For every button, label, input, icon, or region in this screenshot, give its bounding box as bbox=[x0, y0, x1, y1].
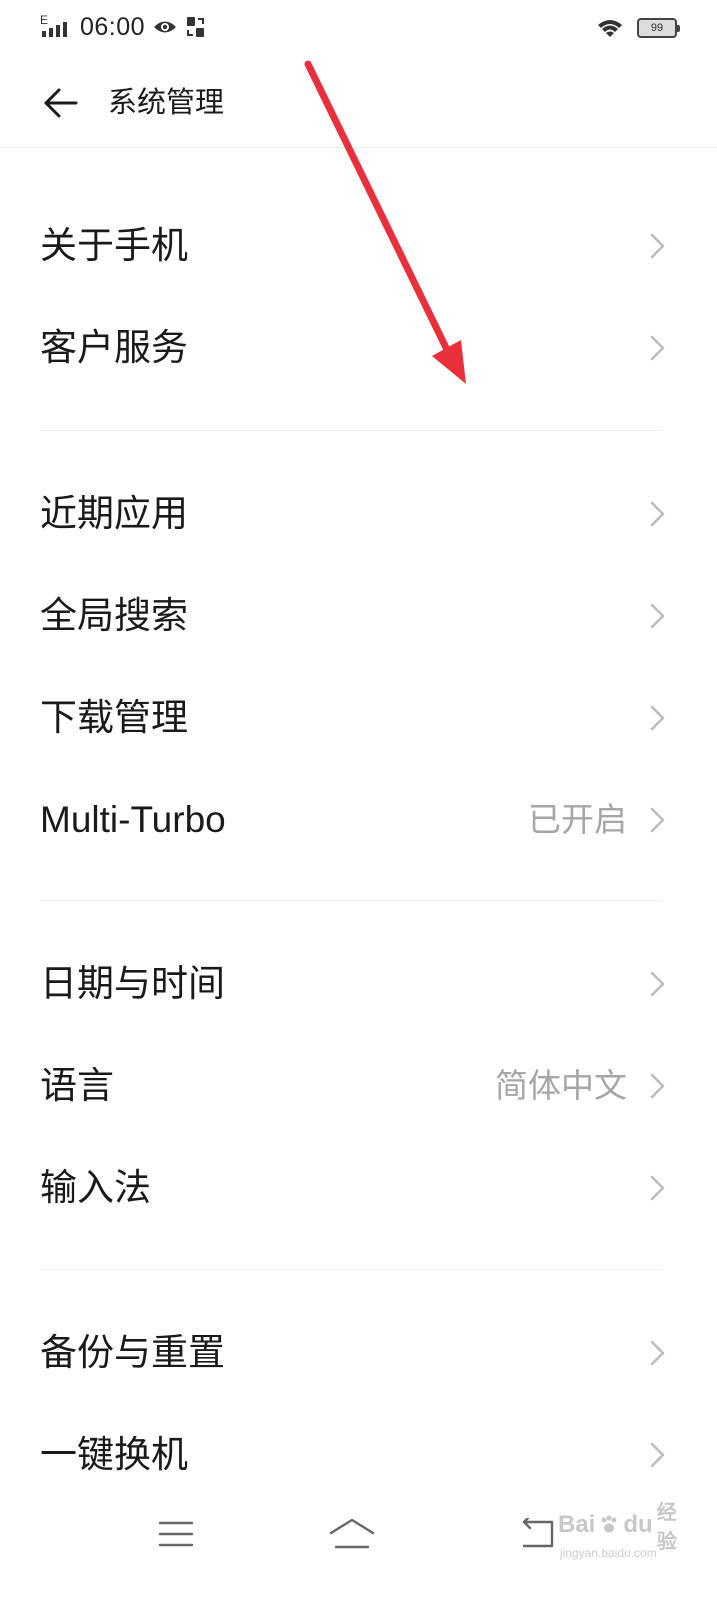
page-title: 系统管理 bbox=[108, 85, 225, 119]
row-label: 备份与重置 bbox=[40, 1331, 225, 1374]
screen-record-icon bbox=[185, 15, 207, 39]
home-button[interactable] bbox=[312, 1504, 392, 1564]
menu-button[interactable] bbox=[136, 1504, 216, 1564]
watermark-cn: 经验 bbox=[656, 1500, 677, 1553]
eye-icon bbox=[153, 19, 177, 35]
row-backup-reset[interactable]: 备份与重置 bbox=[0, 1305, 717, 1401]
status-time: 06:00 bbox=[80, 12, 146, 41]
status-bar: E 06:00 99 bbox=[0, 0, 717, 56]
row-global-search[interactable]: 全局搜索 bbox=[0, 568, 717, 664]
row-label: 语言 bbox=[40, 1064, 114, 1107]
row-about-phone[interactable]: 关于手机 bbox=[0, 198, 717, 294]
chevron-right-icon bbox=[647, 500, 667, 528]
row-phone-clone[interactable]: 一键换机 bbox=[0, 1407, 717, 1503]
row-input-method[interactable]: 输入法 bbox=[0, 1140, 717, 1236]
app-header: 系统管理 bbox=[0, 56, 717, 148]
chevron-right-icon bbox=[647, 970, 667, 998]
status-left: E 06:00 bbox=[40, 12, 207, 42]
chevron-right-icon bbox=[647, 602, 667, 630]
watermark-suffix: du bbox=[623, 1511, 653, 1538]
back-icon bbox=[518, 1514, 558, 1550]
chevron-right-icon bbox=[647, 704, 667, 732]
chevron-right-icon bbox=[647, 1441, 667, 1469]
row-label: 全局搜索 bbox=[40, 594, 188, 637]
baidu-watermark: Bai du 经验 bbox=[558, 1500, 678, 1553]
row-language[interactable]: 语言 简体中文 bbox=[0, 1038, 717, 1134]
row-label: 一键换机 bbox=[40, 1433, 188, 1476]
row-customer-service[interactable]: 客户服务 bbox=[0, 300, 717, 396]
menu-icon bbox=[158, 1519, 194, 1549]
row-label: 关于手机 bbox=[40, 224, 188, 267]
row-multi-turbo[interactable]: Multi-Turbo 已开启 bbox=[0, 772, 717, 868]
home-icon bbox=[328, 1517, 376, 1551]
settings-list: 关于手机 客户服务 近期应用 全局搜索 下载管理 Multi-Turbo 已开启… bbox=[0, 148, 717, 1488]
row-recent-apps[interactable]: 近期应用 bbox=[0, 466, 717, 562]
watermark-brand: Bai bbox=[558, 1511, 596, 1538]
row-label: Multi-Turbo bbox=[40, 799, 226, 840]
chevron-right-icon bbox=[647, 334, 667, 362]
section-divider bbox=[40, 430, 663, 431]
chevron-right-icon bbox=[647, 232, 667, 260]
row-date-time[interactable]: 日期与时间 bbox=[0, 936, 717, 1032]
row-label: 输入法 bbox=[40, 1166, 151, 1209]
back-button[interactable] bbox=[36, 78, 86, 128]
battery-level: 99 bbox=[650, 22, 664, 34]
row-label: 日期与时间 bbox=[40, 962, 225, 1005]
row-value: 已开启 bbox=[528, 800, 627, 839]
battery-icon: 99 bbox=[637, 18, 680, 38]
chevron-right-icon bbox=[647, 1339, 667, 1367]
paw-icon bbox=[599, 1515, 619, 1535]
signal-icon: E bbox=[40, 13, 72, 39]
status-right: 99 bbox=[597, 14, 680, 42]
section-divider bbox=[40, 1269, 663, 1270]
section-divider bbox=[40, 900, 663, 901]
watermark-site: jingyan.baidu.com bbox=[560, 1546, 657, 1560]
row-label: 下载管理 bbox=[40, 696, 188, 739]
arrow-left-icon bbox=[42, 87, 80, 119]
row-value: 简体中文 bbox=[495, 1066, 627, 1105]
wifi-icon bbox=[597, 17, 623, 39]
chevron-right-icon bbox=[647, 1174, 667, 1202]
row-download-manager[interactable]: 下载管理 bbox=[0, 670, 717, 766]
row-label: 近期应用 bbox=[40, 492, 188, 535]
chevron-right-icon bbox=[647, 1072, 667, 1100]
chevron-right-icon bbox=[647, 806, 667, 834]
row-label: 客户服务 bbox=[40, 326, 188, 369]
